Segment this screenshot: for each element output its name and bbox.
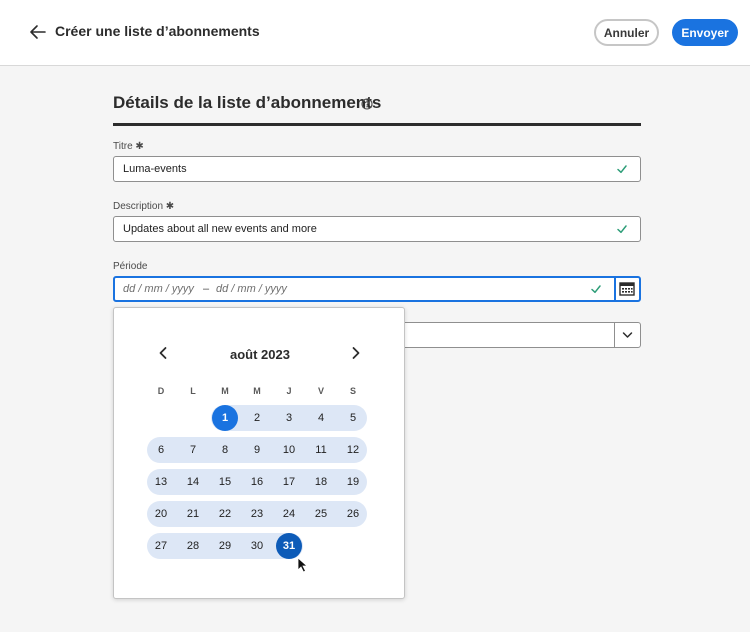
cancel-button[interactable]: Annuler (594, 19, 659, 46)
end-date-input[interactable]: dd / mm / yyyy (216, 283, 287, 295)
calendar-day[interactable]: 28 (180, 533, 206, 559)
calendar-day[interactable]: 18 (308, 469, 334, 495)
calendar-icon (619, 282, 635, 296)
next-month-icon[interactable] (349, 346, 363, 360)
calendar-day[interactable]: 24 (276, 501, 302, 527)
period-label: Période (113, 261, 148, 272)
calendar-day[interactable]: 26 (340, 501, 366, 527)
period-date-range-input[interactable]: dd / mm / yyyy – dd / mm / yyyy (113, 276, 616, 302)
calendar-day[interactable]: 9 (244, 437, 270, 463)
calendar-day[interactable]: 19 (340, 469, 366, 495)
weekday-label: J (286, 386, 292, 396)
calendar-button[interactable] (615, 276, 641, 302)
send-button[interactable]: Envoyer (672, 19, 738, 46)
title-label: Titre ✱ (113, 141, 144, 152)
calendar-day[interactable]: 22 (212, 501, 238, 527)
dropdown-button[interactable] (614, 322, 641, 348)
back-arrow-icon[interactable] (28, 22, 48, 42)
calendar-day[interactable]: 4 (308, 405, 334, 431)
calendar-day[interactable]: 16 (244, 469, 270, 495)
weekday-label: D (157, 386, 165, 396)
page-title: Créer une liste d’abonnements (55, 23, 260, 39)
chevron-down-icon (622, 332, 633, 338)
weekday-label: M (221, 386, 229, 396)
calendar-day[interactable]: 10 (276, 437, 302, 463)
calendar-day[interactable]: 31 (276, 533, 302, 559)
date-picker-popover: août 2023 DLMMJVS 1 2 3 4 5 6 7 8 9 10 11 12 13 14 15 1… (113, 307, 405, 599)
calendar-day[interactable]: 20 (148, 501, 174, 527)
calendar-day[interactable]: 8 (212, 437, 238, 463)
calendar-day[interactable]: 11 (308, 437, 334, 463)
calendar-day[interactable]: 23 (244, 501, 270, 527)
calendar-day[interactable]: 7 (180, 437, 206, 463)
calendar-day[interactable]: 13 (148, 469, 174, 495)
calendar-day[interactable]: 6 (148, 437, 174, 463)
top-bar: Créer une liste d’abonnements Annuler En… (0, 0, 750, 66)
weekday-label: V (317, 386, 324, 396)
calendar-day[interactable]: 1 (212, 405, 238, 431)
mouse-pointer-icon (297, 557, 309, 573)
calendar-day[interactable]: 21 (180, 501, 206, 527)
calendar-day[interactable]: 27 (148, 533, 174, 559)
valid-check-icon (591, 285, 601, 294)
description-input[interactable]: Updates about all new events and more (113, 216, 641, 242)
calendar-day[interactable]: 15 (212, 469, 238, 495)
calendar-day[interactable]: 12 (340, 437, 366, 463)
calendar-day[interactable]: 3 (276, 405, 302, 431)
help-icon[interactable] (361, 98, 373, 110)
date-range-separator: – (203, 283, 210, 295)
valid-check-icon (617, 165, 627, 174)
dropdown-field[interactable] (404, 322, 615, 348)
title-value: Luma-events (123, 163, 187, 175)
calendar-day[interactable]: 17 (276, 469, 302, 495)
calendar-day[interactable]: 29 (212, 533, 238, 559)
calendar-day[interactable]: 2 (244, 405, 270, 431)
description-label: Description ✱ (113, 201, 175, 212)
description-value: Updates about all new events and more (123, 223, 317, 235)
calendar-day[interactable]: 14 (180, 469, 206, 495)
section-title: Détails de la liste d’abonnements (113, 93, 382, 112)
weekday-label: M (253, 386, 261, 396)
start-date-input[interactable]: dd / mm / yyyy (123, 283, 194, 295)
weekday-label: S (349, 386, 356, 396)
title-input[interactable]: Luma-events (113, 156, 641, 182)
calendar-day[interactable]: 5 (340, 405, 366, 431)
valid-check-icon (617, 225, 627, 234)
section-divider (113, 123, 641, 126)
calendar-day[interactable]: 30 (244, 533, 270, 559)
weekday-label: L (190, 386, 196, 396)
calendar-day[interactable]: 25 (308, 501, 334, 527)
